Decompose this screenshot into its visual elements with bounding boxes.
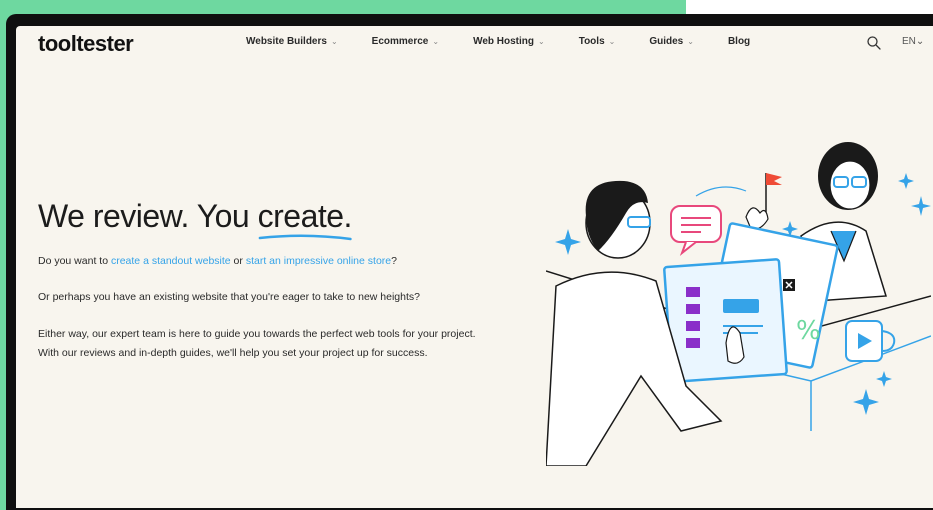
hero-title: We review. You create.: [38, 198, 353, 241]
online-store-link[interactable]: start an impressive online store: [246, 255, 391, 267]
chevron-down-icon: ⌄: [538, 37, 545, 46]
nav-label: Ecommerce: [371, 36, 429, 47]
nav-tools[interactable]: Tools ⌄: [579, 36, 616, 47]
hero-title-start: We review. You: [38, 198, 258, 234]
language-label: EN: [902, 36, 916, 47]
search-icon: [867, 36, 881, 50]
chevron-down-icon: ⌄: [915, 36, 925, 47]
nav-ecommerce[interactable]: Ecommerce ⌄: [372, 36, 439, 47]
flag-icon: [766, 173, 782, 185]
sparkle-icon: [555, 229, 581, 255]
chevron-down-icon: ⌄: [432, 37, 440, 46]
hero-illustration: ∞ %: [546, 142, 931, 466]
chevron-down-icon: ⌄: [687, 37, 694, 46]
woman-face: [829, 160, 871, 210]
sparkle-icon: [898, 173, 914, 189]
main-nav: Website Builders ⌄ Ecommerce ⌄ Web Hosting…: [246, 36, 784, 47]
hero-paragraph-2: Or perhaps you have an existing website …: [38, 291, 420, 303]
nav-website-builders[interactable]: Website Builders ⌄: [246, 36, 338, 47]
window-edge: [686, 0, 933, 14]
nav-label: Web Hosting: [473, 36, 534, 47]
front-screen: [663, 258, 788, 383]
hero-title-accent-text: create.: [257, 198, 353, 234]
chevron-down-icon: ⌄: [330, 37, 338, 46]
nav-web-hosting[interactable]: Web Hosting ⌄: [473, 36, 545, 47]
sparkle-icon: [853, 389, 879, 415]
wave-line: [695, 186, 747, 197]
sparkle-icon: [911, 196, 931, 216]
hero-paragraph-3: Either way, our expert team is here to g…: [38, 328, 476, 359]
nav-label: Tools: [578, 36, 605, 47]
language-selector[interactable]: EN⌄: [902, 36, 924, 47]
nav-guides[interactable]: Guides ⌄: [649, 36, 694, 47]
percent-card: %: [796, 316, 821, 346]
nav-label: Guides: [649, 36, 684, 47]
screen-block: [723, 299, 759, 313]
search-button[interactable]: [866, 35, 882, 51]
page: tooltester Website Builders ⌄ Ecommerce ⌄ …: [16, 26, 933, 508]
nav-blog[interactable]: Blog: [728, 36, 750, 47]
site-logo[interactable]: tooltester: [38, 31, 134, 57]
sparkle-icon: [876, 371, 892, 387]
p1-after: ?: [391, 255, 397, 267]
p1-middle: or: [230, 255, 246, 267]
create-website-link[interactable]: create a standout website: [111, 255, 231, 267]
underline-squiggle: [258, 234, 352, 241]
p1-before: Do you want to: [38, 255, 111, 267]
nav-label: Blog: [727, 36, 751, 47]
chevron-down-icon: ⌄: [608, 37, 616, 46]
hero-title-accent: create.: [257, 198, 353, 241]
hero-paragraph-1: Do you want to create a standout website…: [38, 252, 490, 271]
nav-label: Website Builders: [246, 36, 327, 47]
